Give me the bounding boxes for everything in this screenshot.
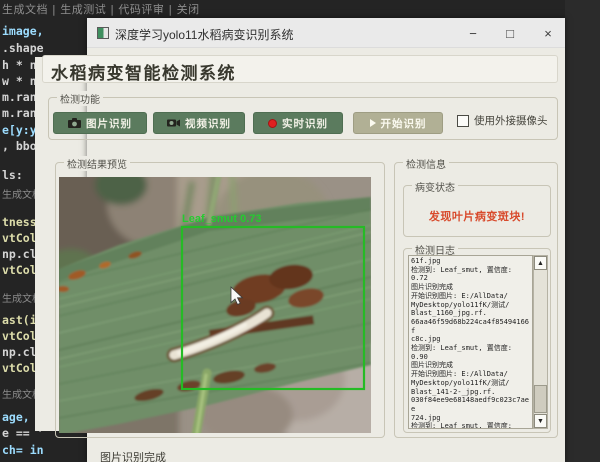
external-camera-checkbox-row[interactable]: 使用外接摄像头 bbox=[457, 113, 548, 128]
image-recognition-label: 图片识别 bbox=[86, 116, 132, 131]
minimize-button[interactable]: − bbox=[460, 24, 486, 43]
detection-preview-image[interactable]: Leaf_smut 0.73 bbox=[59, 177, 371, 433]
detection-bbox-label: Leaf_smut 0.73 bbox=[182, 213, 261, 225]
close-button[interactable]: × bbox=[535, 24, 561, 43]
window-title: 深度学习yolo11水稻病变识别系统 bbox=[115, 26, 293, 43]
scroll-down-icon[interactable]: ▼ bbox=[534, 414, 547, 428]
info-group: 检测信息 病变状态 发现叶片病变斑块! 检测日志 61f.jpg 检测到: Le… bbox=[394, 162, 558, 438]
video-recognition-label: 视频识别 bbox=[185, 116, 231, 131]
code-line: image, bbox=[2, 24, 44, 38]
detection-log-group: 检测日志 61f.jpg 检测到: Leaf_smut, 置信度: 0.72 图… bbox=[403, 248, 551, 433]
functions-group-label: 检测功能 bbox=[57, 91, 103, 106]
external-camera-label: 使用外接摄像头 bbox=[474, 113, 548, 128]
app-header: 水稻病变智能检测系统 bbox=[42, 55, 558, 83]
window-titlebar[interactable]: 深度学习yolo11水稻病变识别系统 − □ × bbox=[87, 18, 565, 48]
app-icon bbox=[97, 27, 109, 39]
external-camera-checkbox[interactable] bbox=[457, 115, 469, 127]
camera-icon bbox=[68, 118, 81, 128]
video-icon bbox=[167, 118, 180, 128]
start-recognition-button[interactable]: 开始识别 bbox=[353, 112, 443, 134]
code-line: np.cl bbox=[2, 247, 37, 261]
screen: 生成文档 | 生成测试 | 代码评审 | 关闭 image,.shapeh * … bbox=[0, 0, 600, 462]
detection-log-text[interactable]: 61f.jpg 检测到: Leaf_smut, 置信度: 0.72 图片识别完成… bbox=[408, 255, 533, 429]
record-icon bbox=[268, 119, 277, 128]
preview-group-label: 检测结果预览 bbox=[64, 156, 130, 171]
play-icon bbox=[370, 119, 376, 127]
disease-status-group: 病变状态 发现叶片病变斑块! bbox=[403, 185, 551, 237]
code-line: .shape bbox=[2, 41, 44, 55]
image-recognition-button[interactable]: 图片识别 bbox=[53, 112, 147, 134]
code-line: ch= in bbox=[2, 443, 44, 457]
video-recognition-button[interactable]: 视频识别 bbox=[153, 112, 245, 134]
functions-group: 检测功能 图片识别 视频识别 实时识别 开始识别 bbox=[48, 97, 558, 140]
info-group-label: 检测信息 bbox=[403, 156, 449, 171]
scrollbar-thumb[interactable] bbox=[534, 385, 547, 413]
code-line: ls: bbox=[2, 168, 23, 182]
log-scrollbar[interactable]: ▲ ▼ bbox=[533, 255, 548, 429]
scroll-up-icon[interactable]: ▲ bbox=[534, 256, 547, 270]
page-title: 水稻病变智能检测系统 bbox=[51, 59, 236, 84]
start-recognition-label: 开始识别 bbox=[381, 116, 427, 131]
disease-status-message: 发现叶片病变斑块! bbox=[404, 208, 550, 224]
preview-group: 检测结果预览 bbox=[55, 162, 385, 438]
editor-background-strip bbox=[565, 0, 600, 462]
status-bar-text: 图片识别完成 bbox=[100, 449, 166, 462]
realtime-recognition-button[interactable]: 实时识别 bbox=[253, 112, 343, 134]
maximize-button[interactable]: □ bbox=[497, 24, 523, 43]
disease-status-label: 病变状态 bbox=[412, 179, 458, 194]
realtime-recognition-label: 实时识别 bbox=[282, 116, 328, 131]
code-line: np.cl bbox=[2, 345, 37, 359]
